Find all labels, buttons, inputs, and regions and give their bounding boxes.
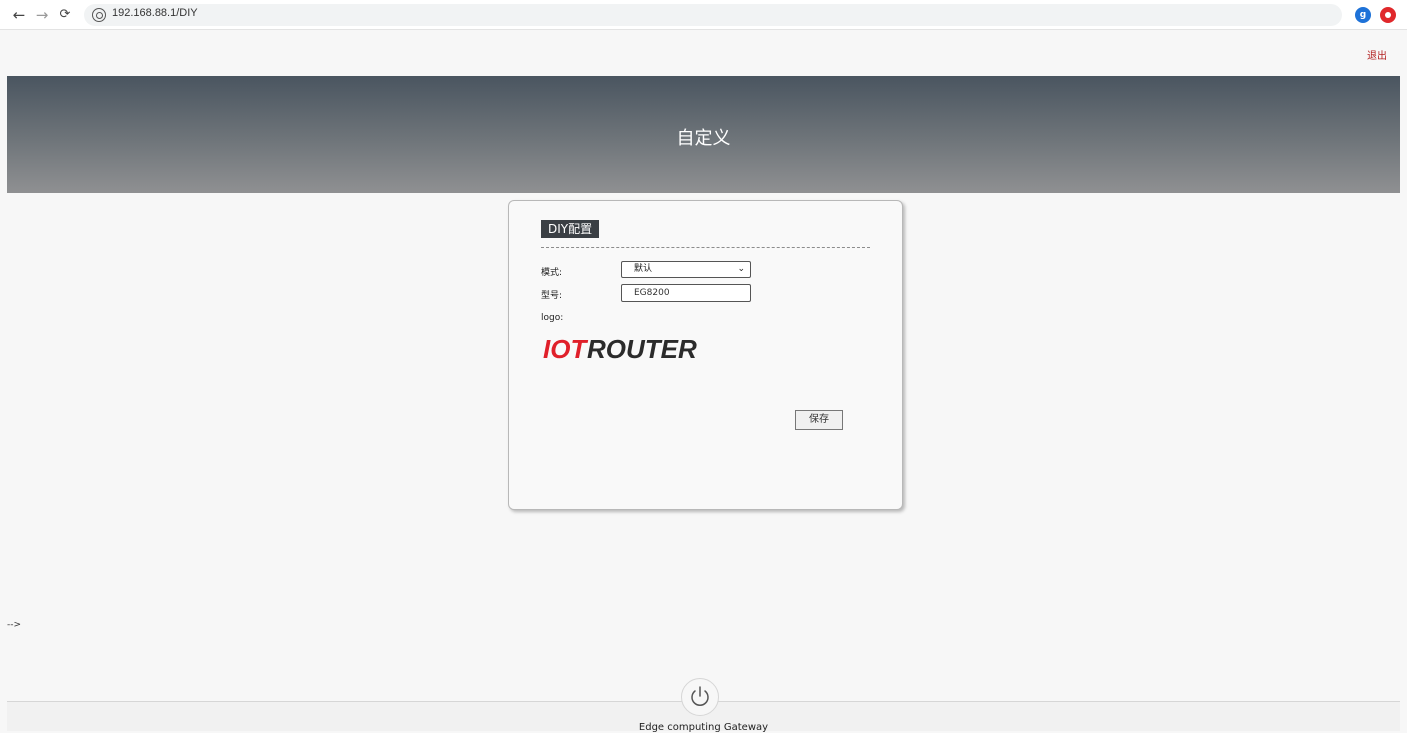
reload-icon[interactable]: ⟳ (56, 6, 74, 24)
panel-title: DIY配置 (541, 220, 600, 238)
logo-label: logo: (541, 313, 564, 323)
mode-select-value: 默认 (634, 264, 653, 274)
model-input[interactable]: EG8200 (621, 284, 751, 302)
arrow-right-icon[interactable]: → (33, 6, 51, 24)
arrow-left-icon[interactable]: ← (10, 6, 28, 24)
diy-config-panel: DIY配置 模式: 默认 ⌄ 型号: EG8200 logo: IOT ROUT… (508, 200, 903, 510)
record-extension-icon[interactable] (1380, 7, 1396, 23)
url-text[interactable]: 192.168.88.1/DIY (112, 7, 198, 19)
model-label: 型号: (541, 291, 563, 301)
save-button[interactable]: 保存 (795, 410, 843, 430)
logout-link[interactable]: 退出 (1367, 47, 1387, 62)
iotrouter-logo: IOT ROUTER (543, 334, 697, 363)
power-button[interactable] (681, 678, 719, 716)
mode-select[interactable]: 默认 ⌄ (621, 261, 751, 278)
address-bar[interactable]: 192.168.88.1/DIY (84, 4, 1342, 26)
power-icon (691, 686, 709, 706)
footer-text: Edge computing Gateway (638, 722, 769, 733)
page-banner: 自定义 (7, 76, 1400, 193)
extension-icon[interactable]: g (1355, 7, 1371, 23)
panel-divider (541, 247, 870, 248)
mode-label: 模式: (541, 268, 563, 278)
browser-toolbar: ← → ⟳ 192.168.88.1/DIY g (0, 0, 1407, 30)
site-info-icon[interactable] (92, 8, 106, 22)
logo-text-dark: ROUTER (587, 334, 697, 363)
chevron-down-icon: ⌄ (737, 264, 745, 274)
page-title: 自定义 (676, 128, 731, 149)
logo-text-red: IOT (543, 334, 588, 363)
stray-text: --> (7, 620, 22, 630)
